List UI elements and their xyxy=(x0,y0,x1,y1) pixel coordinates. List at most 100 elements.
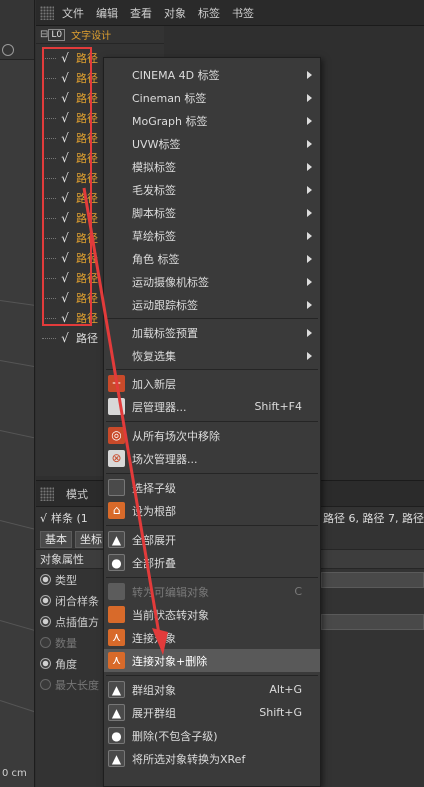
grid-line xyxy=(0,430,34,444)
menu-label: 转为可编辑对象 xyxy=(132,585,209,599)
menu-object[interactable]: 对象 xyxy=(164,5,186,21)
menu-script-tags[interactable]: 脚本标签 xyxy=(104,201,320,224)
grip-icon[interactable] xyxy=(40,5,54,20)
context-menu: CINEMA 4D 标签 Cineman 标签 MoGraph 标签 UVW标签… xyxy=(103,57,321,787)
tab-basic[interactable]: 基本 xyxy=(40,530,72,548)
spline-icon: √ xyxy=(61,191,69,205)
spline-icon: √ xyxy=(61,211,69,225)
menu-expand-all[interactable]: ▲ 全部展开 xyxy=(104,528,320,551)
submenu-arrow-icon xyxy=(307,254,312,263)
menu-connect-objects[interactable]: ⋏ 连接对象 xyxy=(104,626,320,649)
grid-line xyxy=(0,520,34,536)
menu-label: 选择子级 xyxy=(132,481,176,495)
menu-separator xyxy=(106,369,318,370)
viewport-nav-icon[interactable] xyxy=(2,44,14,56)
root-object-name[interactable]: 文字设计 xyxy=(71,27,111,42)
menu-add-layer[interactable]: + 加入新层 xyxy=(104,372,320,395)
menu-sketch-tags[interactable]: 草绘标签 xyxy=(104,224,320,247)
menu-restore-selection[interactable]: 恢复选集 xyxy=(104,344,320,367)
menu-motion-tracking-tags[interactable]: 运动跟踪标签 xyxy=(104,293,320,316)
radio-icon xyxy=(40,637,51,648)
menu-delete-without-children[interactable]: ● 删除(不包含子级) xyxy=(104,724,320,747)
submenu-arrow-icon xyxy=(307,70,312,79)
menu-uvw-tags[interactable]: UVW标签 xyxy=(104,132,320,155)
menu-take-manager[interactable]: ⊗ 场次管理器... xyxy=(104,447,320,470)
object-label: 路径 xyxy=(76,172,98,185)
menu-label: UVW标签 xyxy=(132,137,181,151)
collapse-all-icon: ● xyxy=(108,554,125,571)
tree-branch xyxy=(42,237,56,239)
menu-label: 草绘标签 xyxy=(132,229,176,243)
grid-line xyxy=(0,360,34,372)
menu-label: 展开群组 xyxy=(132,706,176,720)
menu-mograph-tags[interactable]: MoGraph 标签 xyxy=(104,109,320,132)
menu-simulation-tags[interactable]: 模拟标签 xyxy=(104,155,320,178)
object-label: 路径 xyxy=(76,152,98,165)
menu-character-tags[interactable]: 角色 标签 xyxy=(104,247,320,270)
interpolation-field[interactable] xyxy=(321,613,424,630)
menu-separator xyxy=(106,473,318,474)
menu-separator xyxy=(106,421,318,422)
submenu-arrow-icon xyxy=(307,185,312,194)
radio-icon[interactable] xyxy=(40,616,51,627)
tree-branch xyxy=(42,317,56,319)
menu-hair-tags[interactable]: 毛发标签 xyxy=(104,178,320,201)
object-label: 路径 xyxy=(76,332,98,345)
tree-branch xyxy=(42,137,56,139)
menu-connect-objects-delete[interactable]: ⋏ 连接对象+删除 xyxy=(104,649,320,672)
tree-branch xyxy=(42,177,56,179)
menu-label: 当前状态转对象 xyxy=(132,608,209,622)
connect-delete-icon: ⋏ xyxy=(108,652,125,669)
menu-shortcut: C xyxy=(294,585,302,598)
spline-icon: √ xyxy=(61,151,69,165)
take-remove-icon: ◎ xyxy=(108,427,125,444)
object-root-row[interactable]: ⊟ L0 文字设计 xyxy=(36,26,164,44)
menu-cinema4d-tags[interactable]: CINEMA 4D 标签 xyxy=(104,63,320,86)
menu-cineman-tags[interactable]: Cineman 标签 xyxy=(104,86,320,109)
menu-group-objects[interactable]: ▲ 群组对象 Alt+G xyxy=(104,678,320,701)
type-field[interactable] xyxy=(321,571,424,588)
radio-icon[interactable] xyxy=(40,658,51,669)
object-manager-menubar: 文件 编辑 查看 对象 标签 书签 xyxy=(36,0,424,26)
menu-view[interactable]: 查看 xyxy=(130,5,152,21)
menu-label: 角色 标签 xyxy=(132,252,180,266)
submenu-arrow-icon xyxy=(307,162,312,171)
viewport[interactable]: 0 cm xyxy=(0,0,35,787)
object-label: 路径 xyxy=(76,312,98,325)
level-badge: L0 xyxy=(48,28,66,41)
tree-branch xyxy=(42,57,56,59)
menu-label: MoGraph 标签 xyxy=(132,114,208,128)
spline-icon: √ xyxy=(61,251,69,265)
grip-icon[interactable] xyxy=(40,486,54,501)
mode-menu[interactable]: 模式 xyxy=(66,486,88,502)
home-icon: ⌂ xyxy=(108,502,125,519)
menu-remove-from-takes[interactable]: ◎ 从所有场次中移除 xyxy=(104,424,320,447)
current-state-icon xyxy=(108,606,125,623)
menu-bookmarks[interactable]: 书签 xyxy=(232,5,254,21)
menu-load-tag-preset[interactable]: 加载标签预置 xyxy=(104,321,320,344)
menu-layer-manager[interactable]: 层管理器... Shift+F4 xyxy=(104,395,320,418)
menu-convert-to-xref[interactable]: ▲ 将所选对象转换为XRef xyxy=(104,747,320,770)
radio-icon xyxy=(40,679,51,690)
menu-edit[interactable]: 编辑 xyxy=(96,5,118,21)
menu-current-state-to-object[interactable]: 当前状态转对象 xyxy=(104,603,320,626)
radio-icon[interactable] xyxy=(40,595,51,606)
menu-tags[interactable]: 标签 xyxy=(198,5,220,21)
menu-set-as-root[interactable]: ⌂ 设为根部 xyxy=(104,499,320,522)
object-label: 路径 xyxy=(76,112,98,125)
tree-branch xyxy=(42,337,56,339)
menu-select-children[interactable]: 选择子级 xyxy=(104,476,320,499)
menu-label: 删除(不包含子级) xyxy=(132,729,218,743)
menu-label: 从所有场次中移除 xyxy=(132,429,220,443)
menu-expand-group[interactable]: ▲ 展开群组 Shift+G xyxy=(104,701,320,724)
menu-motion-camera-tags[interactable]: 运动摄像机标签 xyxy=(104,270,320,293)
submenu-arrow-icon xyxy=(307,277,312,286)
selected-paths-list: 路径 6, 路径 7, 路径 xyxy=(323,512,424,525)
menu-collapse-all[interactable]: ● 全部折叠 xyxy=(104,551,320,574)
radio-icon[interactable] xyxy=(40,574,51,585)
menu-file[interactable]: 文件 xyxy=(62,5,84,21)
object-label: 路径 xyxy=(76,92,98,105)
attribute-object-name: 样条 (1 xyxy=(51,512,88,525)
attr-label: 最大长度 xyxy=(55,678,99,692)
menu-label: 脚本标签 xyxy=(132,206,176,220)
